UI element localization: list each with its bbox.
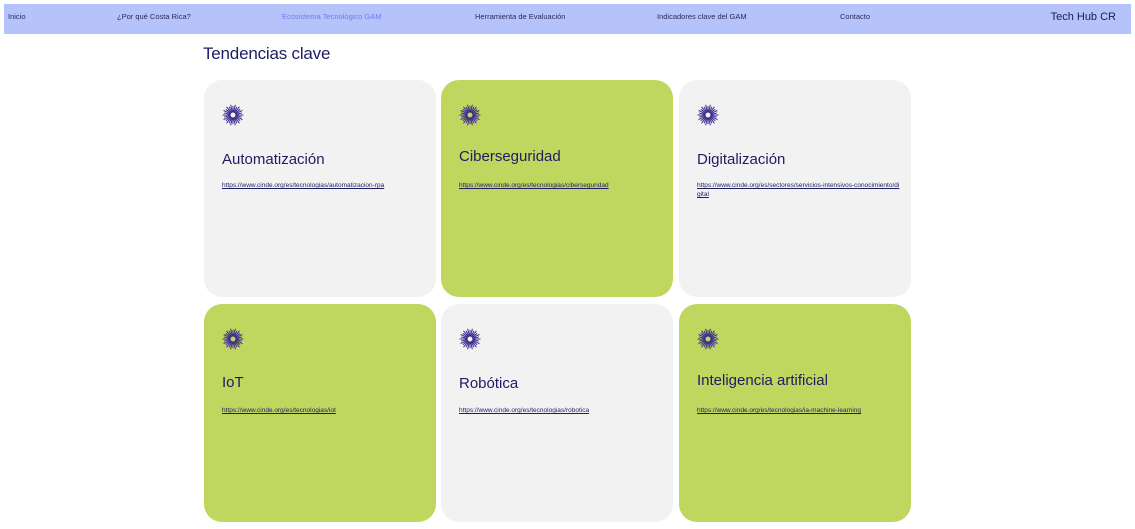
card-link[interactable]: https://www.cinde.org/es/sectores/servic… [697,181,902,199]
card-title: Robótica [459,375,519,392]
card-link[interactable]: https://www.cinde.org/es/tecnologias/cib… [459,181,664,190]
card-inteligencia-artificial: Inteligencia artificial https://www.cind… [679,304,911,522]
card-ciberseguridad: Ciberseguridad https://www.cinde.org/es/… [441,80,673,297]
card-title: Automatización [222,151,325,168]
starburst-icon [697,104,719,126]
brand-logo-text[interactable]: Tech Hub CR [1051,11,1116,23]
nav-item-por-que-costa-rica[interactable]: ¿Por qué Costa Rica? [117,12,191,21]
nav-item-herramienta[interactable]: Herramienta de Evaluación [475,12,565,21]
nav-item-indicadores[interactable]: Indicadores clave del GAM [657,12,747,21]
card-digitalizacion: Digitalización https://www.cinde.org/es/… [679,80,911,297]
card-automatizacion: Automatización https://www.cinde.org/es/… [204,80,436,297]
nav-item-ecosistema[interactable]: Ecosistema Tecnológico GAM [282,12,382,21]
starburst-icon [459,104,481,126]
card-link[interactable]: https://www.cinde.org/es/tecnologias/iot [222,406,427,415]
card-title: IoT [222,374,244,391]
starburst-icon [222,328,244,350]
starburst-icon [222,104,244,126]
card-title: Digitalización [697,151,786,168]
card-iot: IoT https://www.cinde.org/es/tecnologias… [204,304,436,522]
card-link[interactable]: https://www.cinde.org/es/tecnologias/aut… [222,181,427,190]
starburst-icon [697,328,719,350]
nav-item-contacto[interactable]: Contacto [840,12,870,21]
nav-item-inicio[interactable]: Inicio [8,12,26,21]
section-title: Tendencias clave [203,44,331,63]
card-title: Inteligencia artificial [697,372,828,389]
card-link[interactable]: https://www.cinde.org/es/tecnologias/ia-… [697,406,902,415]
card-robotica: Robótica https://www.cinde.org/es/tecnol… [441,304,673,522]
card-title: Ciberseguridad [459,148,561,165]
card-link[interactable]: https://www.cinde.org/es/tecnologias/rob… [459,406,664,415]
starburst-icon [459,328,481,350]
top-nav: Inicio ¿Por qué Costa Rica? Ecosistema T… [4,4,1131,34]
